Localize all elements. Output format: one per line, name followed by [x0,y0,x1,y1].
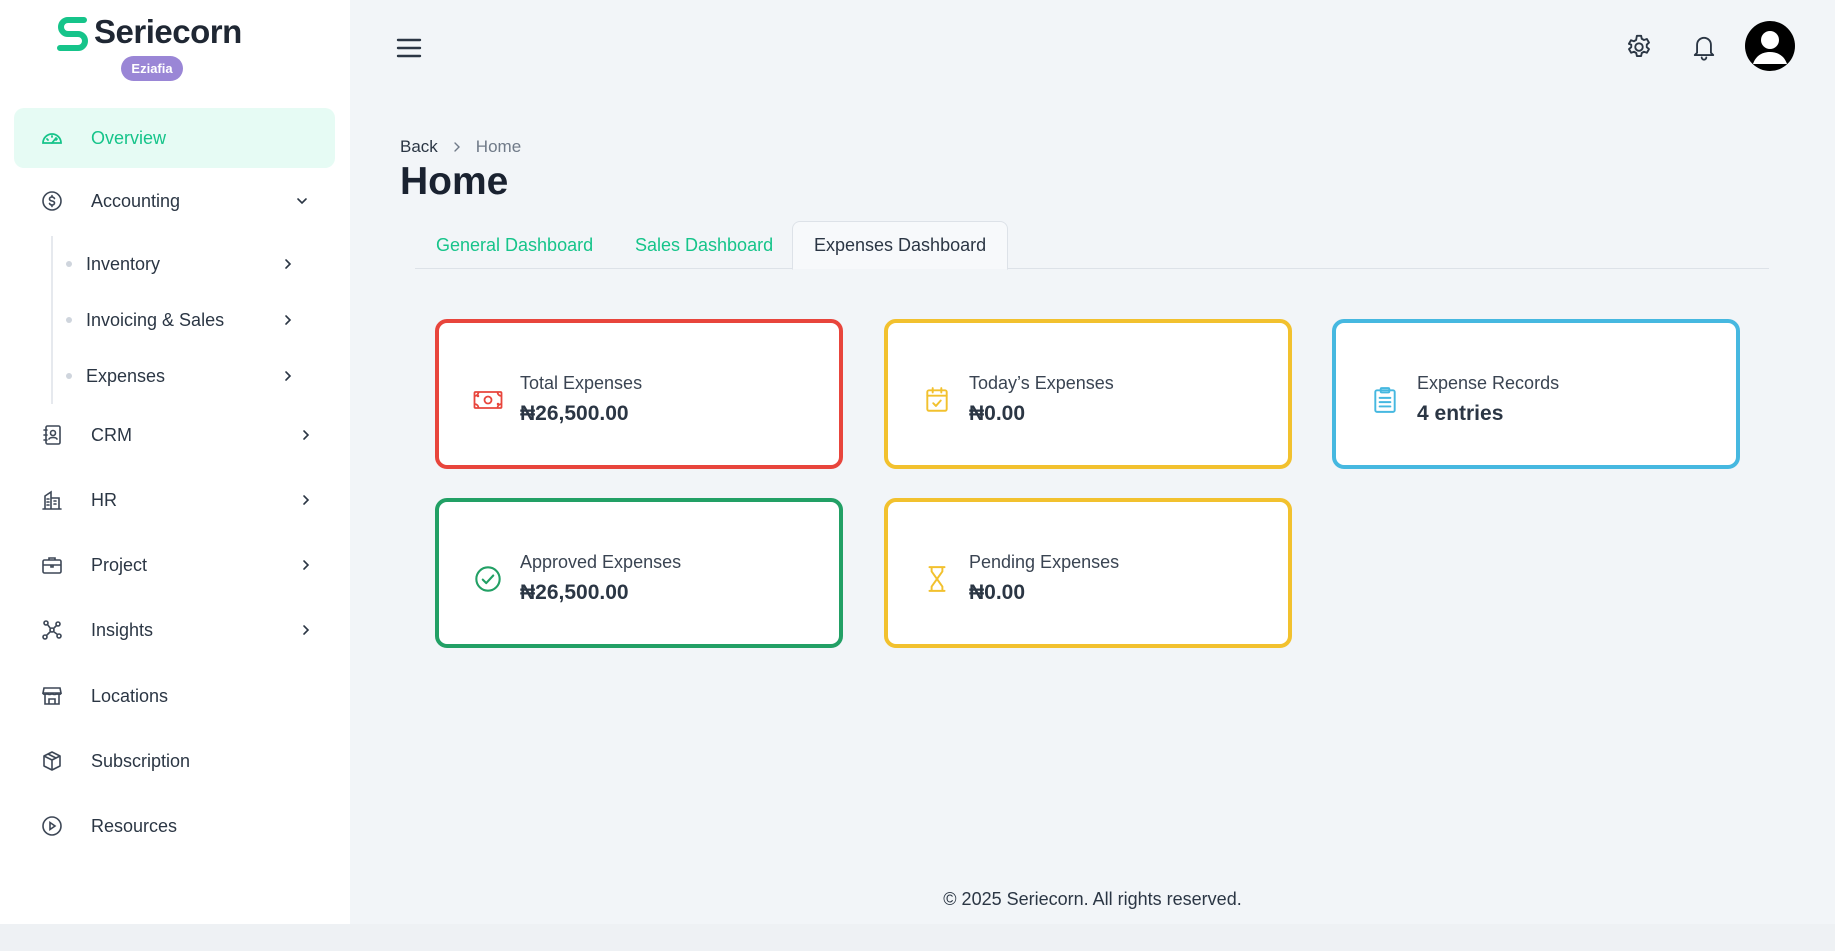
stat-card-total-expenses: Total Expenses ₦26,500.00 [435,319,843,469]
sidebar-item-hr[interactable]: HR [14,470,335,530]
breadcrumb: Back Home [400,137,521,157]
play-circle-icon [40,814,64,838]
sidebar-item-project[interactable]: Project [14,535,335,595]
hamburger-icon [396,38,422,58]
sidebar-item-label: HR [91,489,117,510]
stat-label: Approved Expenses [520,552,682,572]
submenu-guide-line [51,236,53,404]
chevron-right-icon [285,371,292,381]
chevron-right-icon [303,495,310,505]
stat-label: Total Expenses [520,373,643,393]
chevron-right-icon [454,142,460,152]
gauge-icon [40,126,64,150]
dollar-circle-icon [40,189,64,213]
chevron-down-icon [297,198,307,205]
sidebar-subitem-inventory[interactable]: Inventory [66,244,306,284]
sidebar: Seriecorn Eziafia Overview Accounting In… [0,0,350,924]
breadcrumb-current: Home [475,137,522,156]
sidebar-item-label: Locations [91,685,169,706]
sidebar-subitem-label: Invoicing & Sales [86,309,225,330]
calendar-check-icon [922,385,952,415]
bullet-dot [66,261,72,267]
tab-general-dashboard[interactable]: General Dashboard [415,222,614,268]
sidebar-item-resources[interactable]: Resources [14,796,335,856]
stat-value: ₦26,500.00 [520,581,629,604]
sidebar-subitem-expenses[interactable]: Expenses [66,356,306,396]
logo-mark-icon [57,17,88,51]
briefcase-icon [40,553,64,577]
stat-label: Pending Expenses [969,552,1120,572]
chevron-right-icon [303,430,310,440]
org-badge: Eziafia [121,56,183,81]
chevron-right-icon [303,560,310,570]
tab-sales-dashboard[interactable]: Sales Dashboard [614,222,794,268]
stat-value: 4 entries [1417,402,1504,425]
sidebar-subitem-label: Inventory [86,253,161,274]
banknote-icon [473,385,503,415]
package-icon [40,749,64,773]
menu-toggle-button[interactable] [396,36,422,60]
stat-value: ₦0.00 [969,581,1026,604]
building-icon [40,488,64,512]
bullet-dot [66,373,72,379]
sidebar-item-label: Accounting [91,190,181,211]
page-title: Home [400,160,509,203]
stat-label: Today’s Expenses [969,373,1114,393]
check-circle-icon [473,564,503,594]
sidebar-item-accounting[interactable]: Accounting [14,171,335,231]
brand-logo[interactable]: Seriecorn [54,12,242,52]
sidebar-item-label: Subscription [91,750,191,771]
chevron-right-icon [285,315,292,325]
gear-icon [1627,34,1650,57]
tab-expenses-dashboard[interactable]: Expenses Dashboard [792,221,1009,270]
stat-label: Expense Records [1417,373,1560,393]
sidebar-item-label: Resources [91,815,178,836]
settings-button[interactable] [1614,22,1664,72]
sidebar-item-label: Insights [91,619,154,640]
stat-card-expense-records: Expense Records 4 entries [1332,319,1740,469]
sidebar-subitem-label: Expenses [86,365,166,386]
brand-name: Seriecorn [94,13,242,50]
stat-value: ₦26,500.00 [520,402,629,425]
bottom-strip [0,924,1835,951]
sidebar-subitem-invoicing-sales[interactable]: Invoicing & Sales [66,300,306,340]
user-avatar-icon [1753,31,1787,64]
bell-icon [1693,36,1715,61]
store-icon [40,684,64,708]
sidebar-item-label: CRM [91,424,132,445]
stat-value: ₦0.00 [969,402,1026,425]
contact-book-icon [40,423,64,447]
bullet-dot [66,317,72,323]
sidebar-item-insights[interactable]: Insights [14,600,335,660]
sidebar-item-label: Project [91,554,148,575]
sidebar-item-subscription[interactable]: Subscription [14,731,335,791]
hourglass-icon [922,564,952,594]
stat-card-approved-expenses: Approved Expenses ₦26,500.00 [435,498,843,648]
sidebar-item-locations[interactable]: Locations [14,666,335,726]
sidebar-item-overview[interactable]: Overview [14,108,335,168]
breadcrumb-back-link[interactable]: Back [400,137,438,157]
network-icon [40,618,64,642]
user-avatar[interactable] [1745,21,1795,71]
tabs-divider [415,268,1769,269]
clipboard-icon [1370,385,1400,415]
chevron-right-icon [303,625,310,635]
chevron-right-icon [285,259,292,269]
notifications-button[interactable] [1679,22,1729,72]
stat-card-pending-expenses: Pending Expenses ₦0.00 [884,498,1292,648]
sidebar-item-crm[interactable]: CRM [14,405,335,465]
stat-card-todays-expenses: Today’s Expenses ₦0.00 [884,319,1292,469]
sidebar-item-label: Overview [91,127,167,148]
footer-copyright: © 2025 Seriecorn. All rights reserved. [943,889,1242,909]
